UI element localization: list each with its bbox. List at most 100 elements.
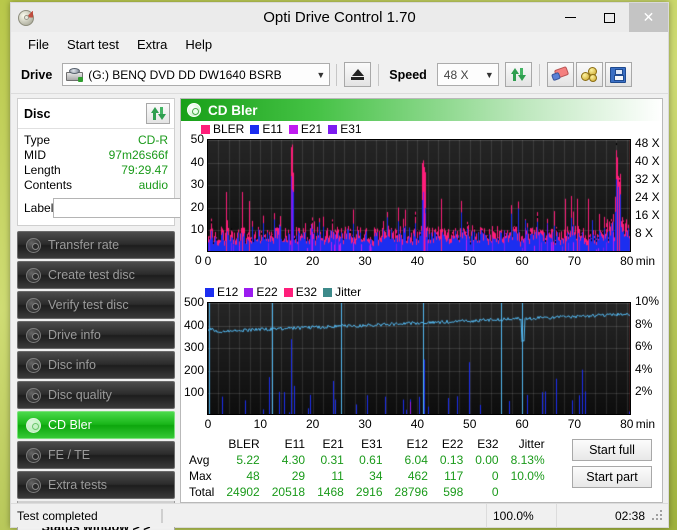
erase-button[interactable] (546, 62, 574, 87)
bitsetting-button[interactable] (575, 62, 603, 87)
disc-length-value: 79:29.47 (121, 163, 168, 177)
max-e21: 11 (331, 469, 344, 483)
sidebar-item-disc-info[interactable]: Disc info (17, 351, 175, 379)
menu-item-extra[interactable]: Extra (128, 34, 176, 55)
x-tick-label: 30 (358, 417, 372, 431)
x-tick-label: 0 (204, 254, 212, 268)
menu-item-file[interactable]: File (19, 34, 58, 55)
cd-disc-icon (26, 477, 41, 493)
resize-grip[interactable] (651, 509, 665, 523)
disc-panel-title: Disc (24, 106, 51, 121)
x-tick-label: 40 (410, 254, 425, 268)
sidebar-item-label: Drive info (48, 328, 101, 342)
cd-disc-icon (26, 357, 41, 373)
desktop-background: Opti Drive Control 1.70 ✕ File Start tes… (0, 0, 677, 530)
total-e31: 2916 (355, 485, 383, 499)
cd-disc-icon (17, 9, 35, 27)
cd-disc-icon (26, 447, 41, 463)
elapsed-time: 02:38 (556, 503, 651, 528)
toolbar-divider-1 (336, 63, 338, 86)
x-tick-label: 70 (567, 417, 582, 431)
secondary-y-tick-label: 8% (635, 316, 653, 331)
max-e31: 34 (369, 469, 383, 483)
eraser-icon (550, 66, 569, 82)
refresh-button[interactable] (504, 62, 532, 87)
progress-track (161, 508, 163, 523)
menu-item-start-test[interactable]: Start test (58, 34, 128, 55)
toolbar-divider-3 (538, 63, 540, 86)
total-e32: 0 (491, 485, 499, 499)
status-bar: Test completed 100.0% 02:38 (11, 503, 668, 528)
disc-row-type: Type CD-R (24, 133, 168, 148)
cd-disc-icon (187, 103, 201, 117)
menu-item-help[interactable]: Help (176, 34, 221, 55)
sidebar-item-fe-te[interactable]: FE / TE (17, 441, 175, 469)
legend-label: E12 (217, 285, 239, 299)
table-row: Avg 5.22 4.30 0.31 0.61 6.04 0.13 0.00 8… (185, 452, 551, 468)
minimize-button[interactable] (551, 3, 590, 32)
title-bar: Opti Drive Control 1.70 ✕ (11, 3, 668, 32)
close-icon[interactable]: ✕ (629, 3, 668, 32)
disc-mid-label: MID (24, 148, 46, 162)
e12-jitter-legend: E12 E22 E32 Jitter (205, 285, 361, 299)
disc-length-label: Length (24, 163, 61, 177)
avg-e22: 0.13 (439, 453, 464, 467)
start-part-button[interactable]: Start part (572, 466, 652, 488)
x-tick-label: 20 (306, 254, 320, 268)
sidebar-item-drive-info[interactable]: Drive info (17, 321, 175, 349)
sidebar-item-label: CD Bler (48, 418, 92, 432)
sidebar-item-label: Transfer rate (48, 238, 120, 252)
disc-label-caption: Label (24, 201, 54, 215)
sidebar-item-disc-quality[interactable]: Disc quality (17, 381, 175, 409)
total-bler: 24902 (226, 485, 260, 499)
sidebar-item-transfer-rate[interactable]: Transfer rate (17, 231, 175, 259)
avg-jitter: 8.13% (510, 453, 545, 467)
legend-label: E11 (262, 122, 283, 136)
cd-bler-canvas (208, 140, 630, 251)
y-tick-label: 200 (183, 362, 204, 377)
sidebar-item-verify-test-disc[interactable]: Verify test disc (17, 291, 175, 319)
eject-button[interactable] (344, 62, 372, 87)
max-e11: 29 (291, 469, 306, 483)
avg-bler: 5.22 (236, 453, 260, 467)
legend-swatch (328, 124, 338, 134)
legend-item-e31: E31 (328, 122, 362, 136)
y-tick-label: 40 (190, 154, 204, 169)
disc-mid-value: 97m26s66f (108, 148, 168, 162)
row-label-total: Total (189, 485, 215, 499)
avg-e12: 6.04 (404, 453, 428, 467)
maximize-button[interactable] (590, 3, 629, 32)
cd-disc-icon (26, 237, 41, 253)
disc-row-length: Length 79:29.47 (24, 163, 168, 178)
speed-select[interactable]: 48 X ▼ (436, 63, 499, 86)
max-e12: 462 (407, 469, 428, 483)
x-tick-label: 0 (204, 417, 212, 431)
sidebar: Disc Type CD-R MID 97m26s66f Length 79:2… (11, 94, 258, 530)
drive-select[interactable]: (G:) BENQ DVD DD DW1640 BSRB ▼ (62, 63, 331, 86)
refresh-icon (510, 67, 527, 82)
speed-select-value: 48 X (443, 67, 469, 82)
legend-item-bler: BLER (201, 122, 244, 136)
cd-bler-legend: BLER E11 E21 E31 (201, 122, 362, 136)
disc-properties: Type CD-R MID 97m26s66f Length 79:29.47 … (18, 129, 258, 225)
disc-refresh-button[interactable] (146, 103, 170, 124)
eject-icon (351, 69, 365, 80)
legend-swatch (244, 287, 254, 297)
y-tick-label: 20 (190, 199, 204, 214)
disc-contents-value: audio (138, 178, 168, 192)
x-tick-label: 80 (620, 417, 634, 431)
sidebar-item-extra-tests[interactable]: Extra tests (17, 471, 175, 499)
secondary-y-tick-label: 48 X (635, 135, 660, 150)
legend-label: BLER (213, 122, 245, 136)
max-e32: 0 (491, 469, 499, 483)
test-nav: Transfer rate Create test disc Verify te… (17, 231, 175, 513)
drive-label: Drive (21, 67, 53, 82)
cd-bler-chart: BLER E11 E21 E31 10 20 30 40 50 0 8 X 16… (181, 121, 662, 286)
save-button[interactable] (604, 62, 632, 87)
refresh-icon (150, 106, 167, 121)
x-tick-label: 60 (515, 254, 529, 268)
legend-item-jitter: Jitter (323, 285, 361, 299)
sidebar-item-create-test-disc[interactable]: Create test disc (17, 261, 175, 289)
charts-area: BLER E11 E21 E31 10 20 30 40 50 0 8 X 16… (181, 121, 662, 433)
sidebar-item-cd-bler[interactable]: CD Bler (17, 411, 175, 439)
